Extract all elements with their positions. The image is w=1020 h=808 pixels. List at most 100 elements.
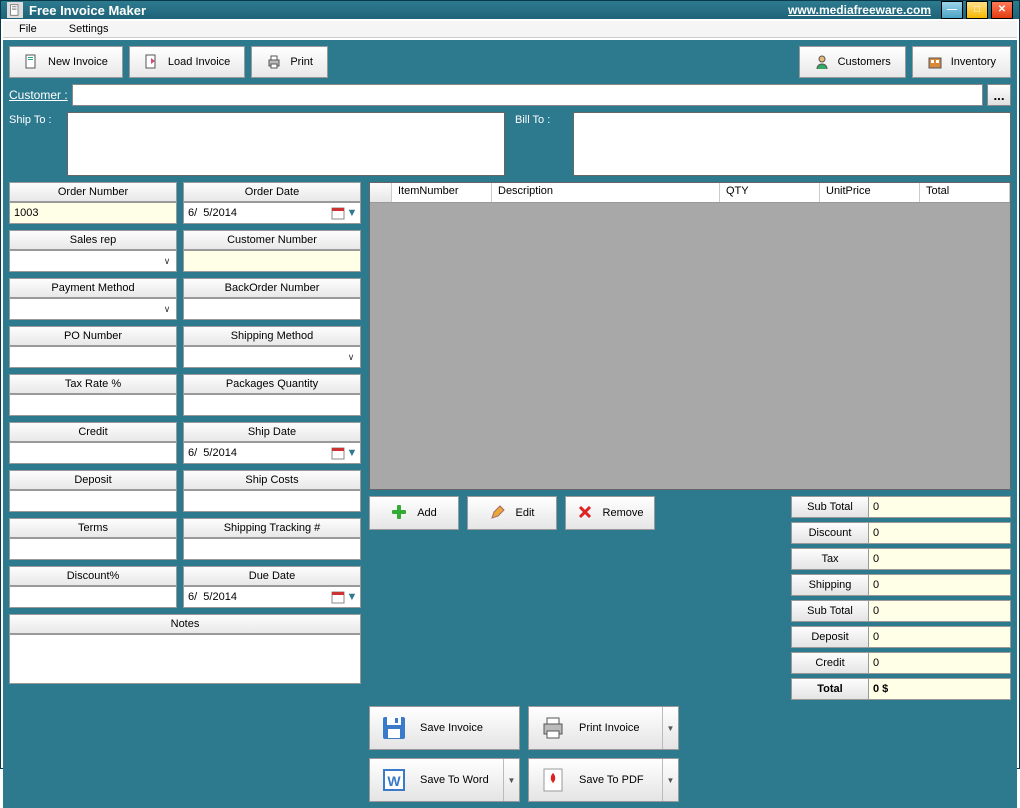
chevron-down-icon[interactable]: ∨ <box>160 256 174 267</box>
deposit-input[interactable] <box>9 490 177 512</box>
items-grid[interactable]: ItemNumber Description QTY UnitPrice Tot… <box>369 182 1011 490</box>
col-item-number[interactable]: ItemNumber <box>392 183 492 202</box>
payment-method-input[interactable] <box>14 303 160 315</box>
minimize-button[interactable]: — <box>941 1 963 19</box>
tax-rate-label: Tax Rate % <box>9 374 177 394</box>
shipping-tracking-group: Shipping Tracking # <box>183 518 361 560</box>
discount-pct-input[interactable] <box>9 586 177 608</box>
backorder-number-input[interactable] <box>183 298 361 320</box>
ship-costs-group: Ship Costs <box>183 470 361 512</box>
discount-label: Discount <box>791 522 869 544</box>
customer-row: Customer : ... <box>9 84 1011 106</box>
grid-actions: Add Edit Remove <box>369 496 655 530</box>
terms-input[interactable] <box>9 538 177 560</box>
chevron-down-icon[interactable]: ▼ <box>662 707 678 749</box>
order-number-input[interactable] <box>9 202 177 224</box>
calendar-icon[interactable] <box>330 445 346 461</box>
credit-total-label: Credit <box>791 652 869 674</box>
add-item-button[interactable]: Add <box>369 496 459 530</box>
packages-qty-input[interactable] <box>183 394 361 416</box>
print-invoice-label: Print Invoice <box>579 722 640 734</box>
po-number-input[interactable] <box>9 346 177 368</box>
remove-label: Remove <box>603 507 644 519</box>
chevron-down-icon[interactable]: ▼ <box>346 591 358 603</box>
packages-qty-group: Packages Quantity <box>183 374 361 416</box>
inventory-button[interactable]: Inventory <box>912 46 1011 78</box>
deposit-total-value: 0 <box>869 626 1011 648</box>
shipto-textarea[interactable] <box>67 112 505 176</box>
ship-costs-input[interactable] <box>183 490 361 512</box>
customer-number-input[interactable] <box>183 250 361 272</box>
calendar-icon[interactable] <box>330 205 346 221</box>
chevron-down-icon[interactable]: ▼ <box>346 207 358 219</box>
remove-item-button[interactable]: Remove <box>565 496 655 530</box>
ship-date-picker[interactable]: ▼ <box>183 442 361 464</box>
payment-method-select[interactable]: ∨ <box>9 298 177 320</box>
billto-label: Bill To : <box>515 112 567 176</box>
new-invoice-button[interactable]: New Invoice <box>9 46 123 78</box>
shipping-value: 0 <box>869 574 1011 596</box>
save-pdf-button[interactable]: Save To PDF ▼ <box>528 758 679 802</box>
print-button[interactable]: Print <box>251 46 328 78</box>
toolbar: New Invoice Load Invoice Print Customers… <box>9 46 1011 78</box>
print-invoice-button[interactable]: Print Invoice ▼ <box>528 706 679 750</box>
terms-group: Terms <box>9 518 177 560</box>
edit-item-button[interactable]: Edit <box>467 496 557 530</box>
save-invoice-button[interactable]: Save Invoice <box>369 706 520 750</box>
customers-button[interactable]: Customers <box>799 46 906 78</box>
chevron-down-icon[interactable]: ▼ <box>662 759 678 801</box>
order-date-input[interactable] <box>188 207 330 219</box>
due-date-picker[interactable]: ▼ <box>183 586 361 608</box>
inventory-label: Inventory <box>951 56 996 68</box>
app-title: Free Invoice Maker <box>29 3 146 18</box>
grid-body[interactable] <box>370 203 1010 489</box>
content-area: New Invoice Load Invoice Print Customers… <box>3 40 1017 808</box>
customer-browse-button[interactable]: ... <box>987 84 1011 106</box>
col-qty[interactable]: QTY <box>720 183 820 202</box>
save-word-button[interactable]: W Save To Word ▼ <box>369 758 520 802</box>
chevron-down-icon[interactable]: ∨ <box>344 352 358 363</box>
col-unit-price[interactable]: UnitPrice <box>820 183 920 202</box>
due-date-label: Due Date <box>183 566 361 586</box>
maximize-button[interactable]: □ <box>966 1 988 19</box>
menu-settings[interactable]: Settings <box>63 21 115 37</box>
grid-row-header <box>370 183 392 202</box>
tax-rate-input[interactable] <box>9 394 177 416</box>
payment-method-group: Payment Method ∨ <box>9 278 177 320</box>
discount-pct-group: Discount% <box>9 566 177 608</box>
address-row: Ship To : Bill To : <box>9 112 1011 176</box>
notes-textarea[interactable] <box>9 634 361 684</box>
col-total[interactable]: Total <box>920 183 1010 202</box>
chevron-down-icon[interactable]: ∨ <box>160 304 174 315</box>
chevron-down-icon[interactable]: ▼ <box>503 759 519 801</box>
svg-text:W: W <box>387 773 401 789</box>
chevron-down-icon[interactable]: ▼ <box>346 447 358 459</box>
total-value: 0 $ <box>869 678 1011 700</box>
menu-file[interactable]: File <box>13 21 43 37</box>
billto-textarea[interactable] <box>573 112 1011 176</box>
sales-rep-select[interactable]: ∨ <box>9 250 177 272</box>
shipping-method-label: Shipping Method <box>183 326 361 346</box>
credit-input[interactable] <box>9 442 177 464</box>
website-link[interactable]: www.mediafreeware.com <box>788 3 931 17</box>
ship-date-input[interactable] <box>188 447 330 459</box>
totals-panel: Sub Total 0 Discount 0 Tax 0 Shipping <box>791 496 1011 700</box>
load-invoice-icon <box>144 54 160 70</box>
order-date-picker[interactable]: ▼ <box>183 202 361 224</box>
sales-rep-input[interactable] <box>14 255 160 267</box>
total-row-discount: Discount 0 <box>791 522 1011 544</box>
col-description[interactable]: Description <box>492 183 720 202</box>
customer-input[interactable] <box>72 84 983 106</box>
close-button[interactable]: ✕ <box>991 1 1013 19</box>
save-pdf-label: Save To PDF <box>579 774 644 786</box>
shipping-tracking-input[interactable] <box>183 538 361 560</box>
load-invoice-button[interactable]: Load Invoice <box>129 46 245 78</box>
calendar-icon[interactable] <box>330 589 346 605</box>
po-number-label: PO Number <box>9 326 177 346</box>
packages-qty-label: Packages Quantity <box>183 374 361 394</box>
shipping-method-input[interactable] <box>188 351 344 363</box>
tax-rate-group: Tax Rate % <box>9 374 177 416</box>
print-label: Print <box>290 56 313 68</box>
due-date-input[interactable] <box>188 591 330 603</box>
shipping-method-select[interactable]: ∨ <box>183 346 361 368</box>
